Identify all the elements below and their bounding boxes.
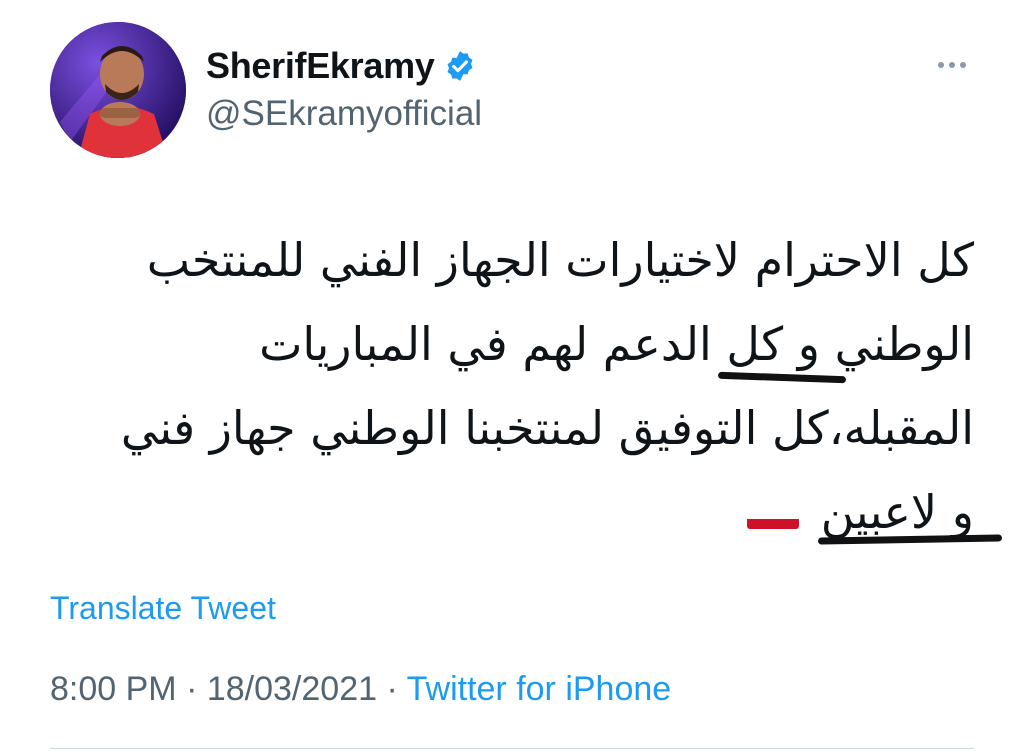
tweet-line: المقبله،كل التوفيق لمنتخبنا الوطني جهاز …	[120, 401, 974, 455]
author-name-row: SherifEkramy	[206, 42, 477, 90]
tweet-time[interactable]: 8:00 PM	[50, 670, 177, 708]
meta-separator: ·	[176, 670, 207, 708]
avatar[interactable]	[50, 22, 186, 158]
meta-separator: ·	[377, 670, 407, 708]
tweet-meta: 8:00 PM · 18/03/2021 · Twitter for iPhon…	[50, 670, 671, 709]
tweet-line: كل الاحترام لاختيارات الجهاز الفني للمنت…	[146, 233, 974, 287]
author-handle[interactable]: @SEkramyofficial	[206, 94, 482, 134]
verified-badge-icon	[447, 51, 472, 81]
more-dot	[949, 62, 955, 68]
more-dot	[960, 62, 966, 68]
tweet-text: كل الاحترام لاختيارات الجهاز الفني للمنت…	[50, 218, 974, 554]
author-display-name[interactable]: SherifEkramy	[206, 45, 435, 87]
avatar-photo	[50, 22, 186, 158]
tweet-line: الوطني و كل الدعم لهم في المباريات	[259, 317, 974, 371]
divider	[50, 748, 974, 749]
tweet-line: و لاعبين	[820, 485, 974, 539]
more-dot	[938, 62, 944, 68]
translate-tweet-link[interactable]: Translate Tweet	[50, 590, 276, 627]
tweet-date[interactable]: 18/03/2021	[207, 670, 377, 708]
more-options-icon[interactable]	[930, 50, 974, 80]
tweet-source-link[interactable]: Twitter for iPhone	[407, 670, 672, 708]
egypt-flag-icon	[746, 495, 799, 529]
